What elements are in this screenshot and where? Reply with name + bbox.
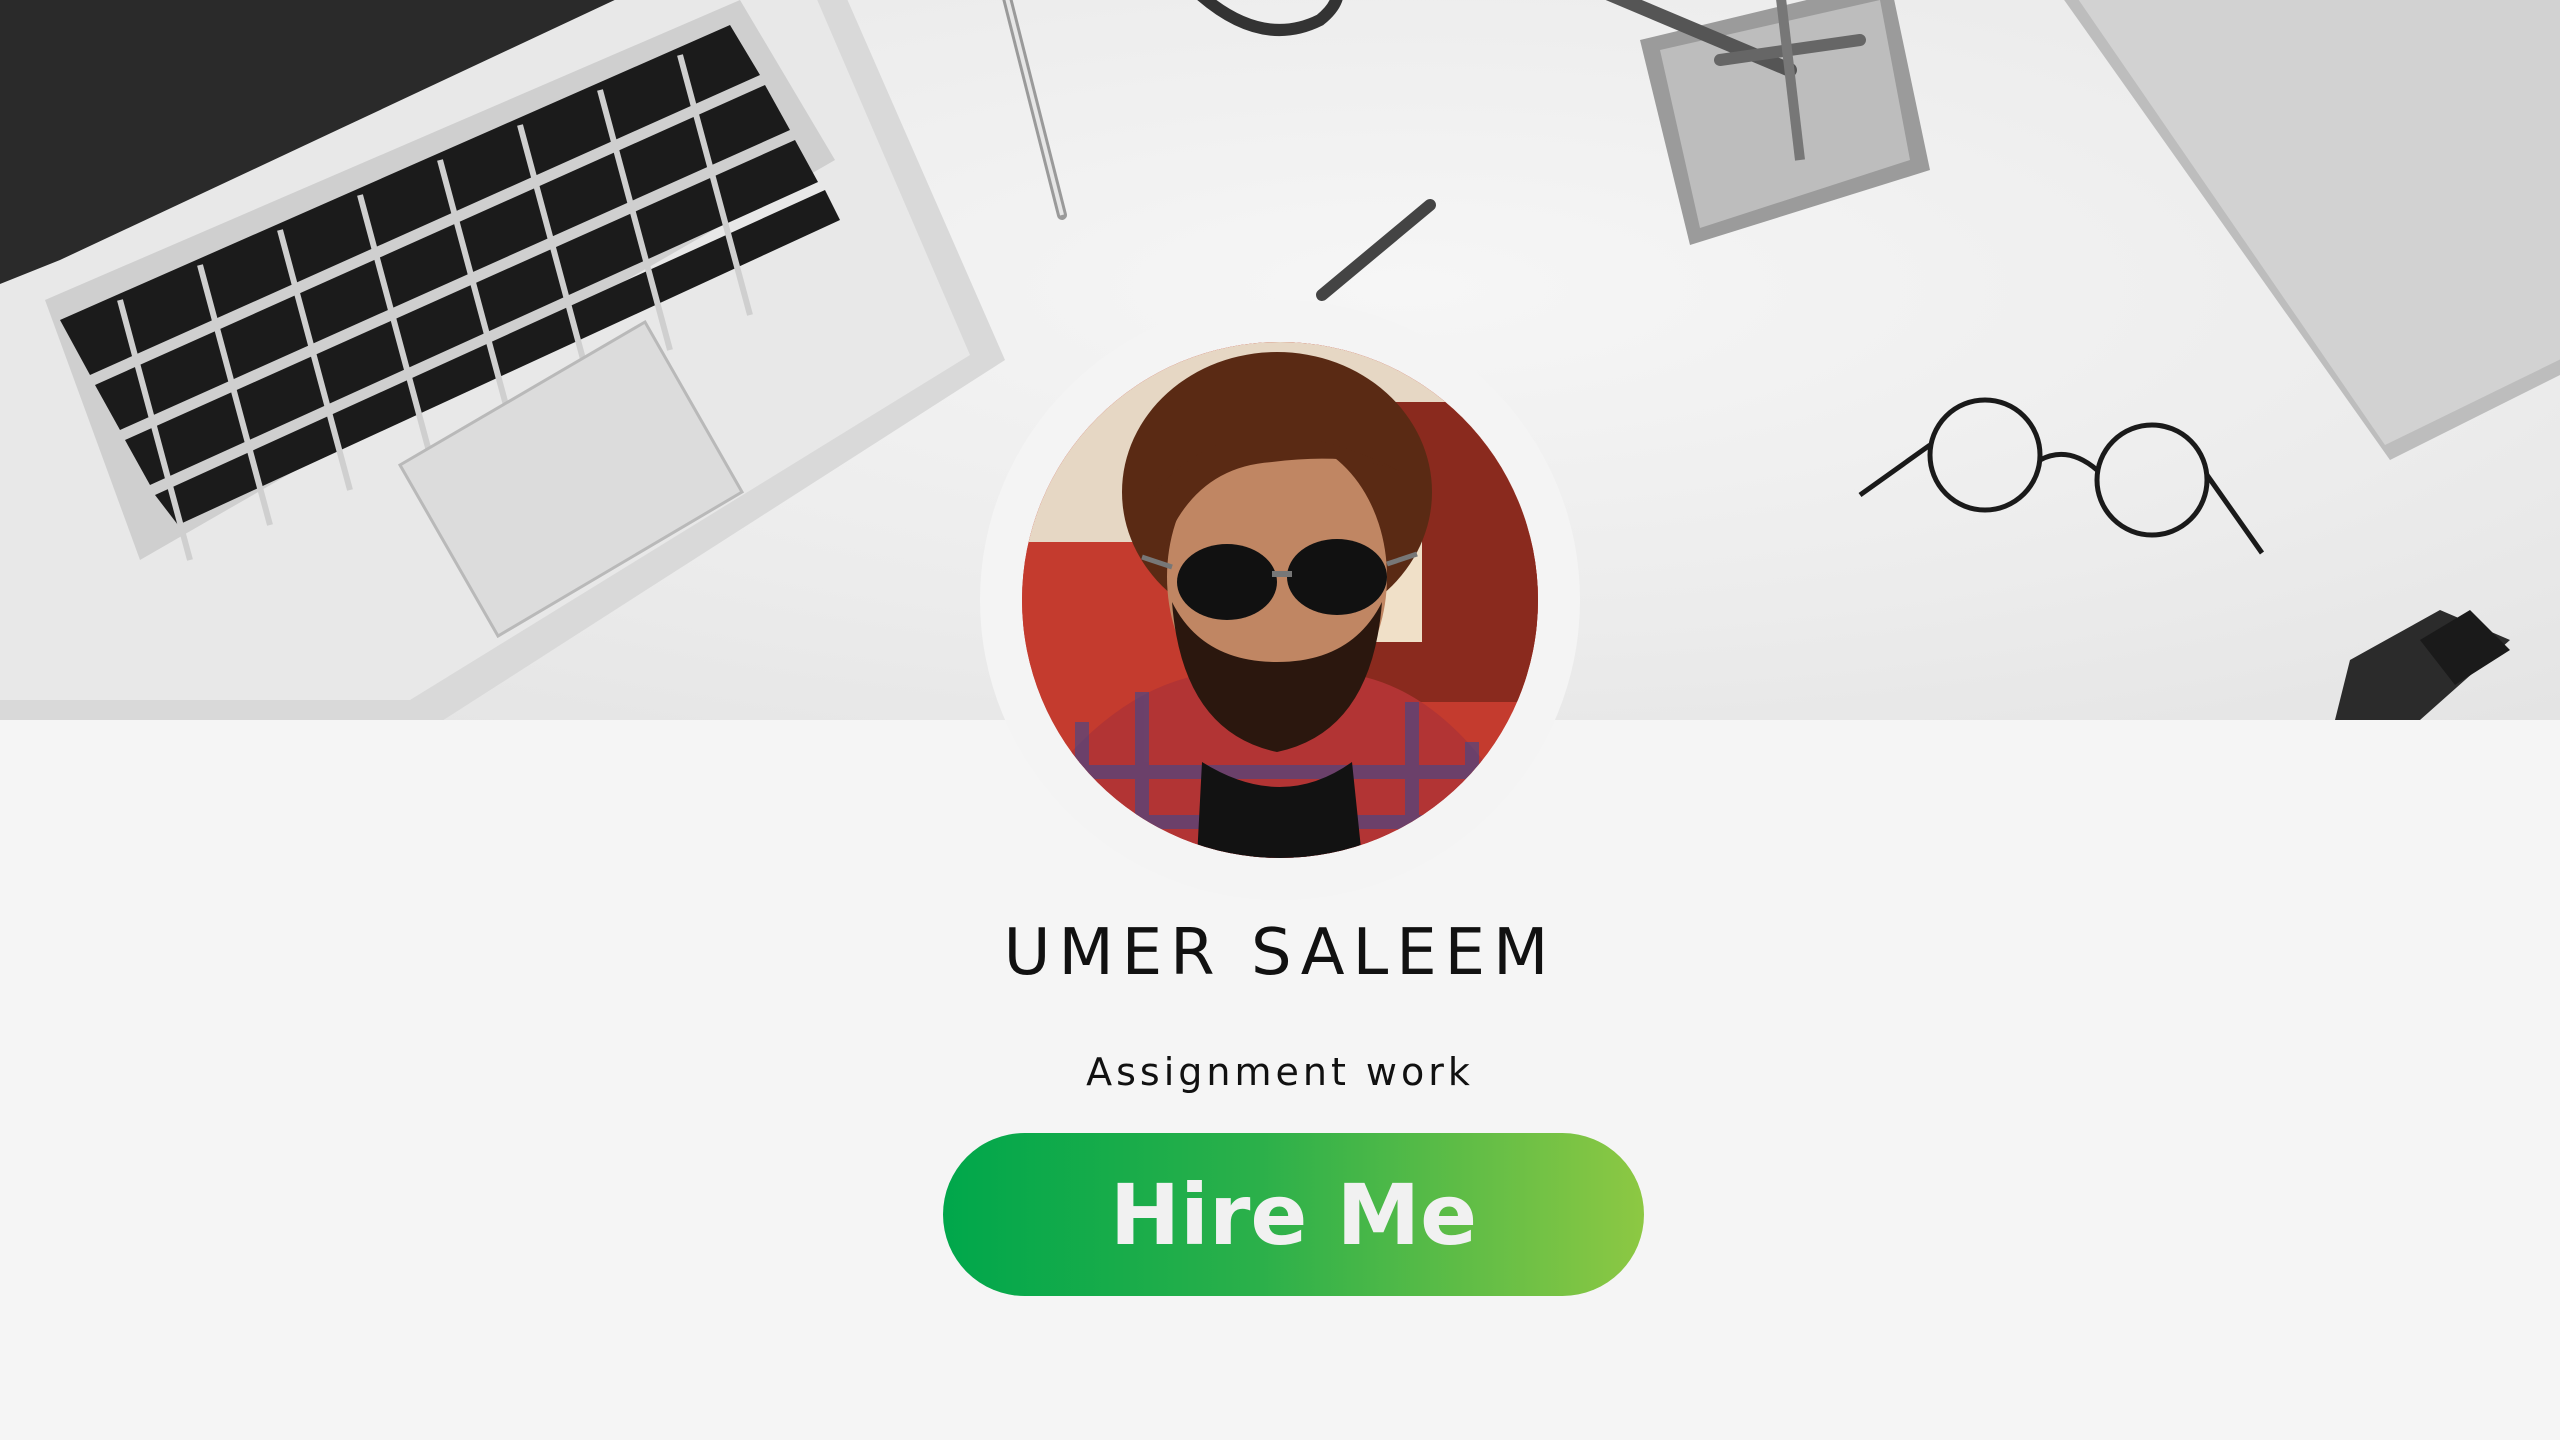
profile-subtitle: Assignment work	[1086, 1050, 1474, 1094]
notebook-icon	[2064, 0, 2560, 460]
hire-me-button-label: Hire Me	[1109, 1165, 1478, 1264]
pen-icon	[1002, 0, 1067, 220]
usb-drive-icon	[2335, 610, 2510, 720]
hire-me-button[interactable]: Hire Me	[943, 1133, 1644, 1296]
laptop-icon	[0, 0, 1005, 720]
pencil-holder-icon	[1605, 0, 1930, 245]
profile-name: UMER SALEEM	[1003, 916, 1557, 990]
profile-card: UMER SALEEM Assignment work Hire Me	[0, 0, 2560, 1440]
avatar	[1022, 342, 1538, 858]
glasses-icon	[1858, 397, 2265, 555]
